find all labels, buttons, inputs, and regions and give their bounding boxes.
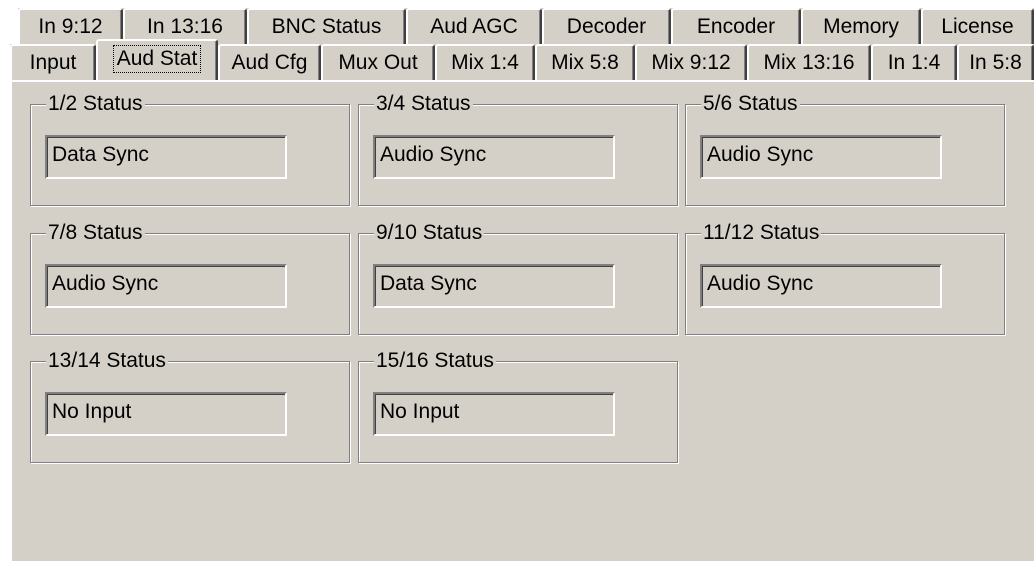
tab-mix-9-12[interactable]: Mix 9:12 [635, 44, 747, 80]
tab-in-5-8[interactable]: In 5:8 [957, 44, 1034, 80]
tab-input[interactable]: Input [10, 44, 96, 80]
tab-mix-5-8[interactable]: Mix 5:8 [535, 44, 635, 80]
tab-label: In 13:16 [147, 15, 223, 38]
group-title: 1/2 Status [46, 92, 145, 116]
status-group-1-2: 1/2 Status Data Sync [30, 92, 350, 206]
tab-label: Mix 9:12 [651, 51, 731, 74]
group-title: 7/8 Status [46, 221, 145, 245]
tab-label: Encoder [696, 15, 776, 38]
status-group-15-16: 15/16 Status No Input [358, 349, 678, 463]
tab-encoder[interactable]: Encoder [671, 8, 801, 44]
tab-label: Aud AGC [430, 15, 518, 38]
tab-mix-1-4[interactable]: Mix 1:4 [435, 44, 535, 80]
tab-bnc-status[interactable]: BNC Status [247, 8, 406, 44]
status-group-5-6: 5/6 Status Audio Sync [685, 92, 1005, 206]
status-group-7-8: 7/8 Status Audio Sync [30, 221, 350, 335]
tab-aud-cfg[interactable]: Aud Cfg [218, 44, 321, 80]
tab-label: License [941, 15, 1014, 38]
status-field-9-10: Data Sync [373, 264, 615, 308]
status-group-9-10: 9/10 Status Data Sync [358, 221, 678, 335]
tab-row-bottom: Input Aud Stat Aud Cfg Mux Out Mix 1:4 M… [10, 39, 1034, 80]
tab-label: Aud Stat [112, 44, 202, 73]
status-group-13-14: 13/14 Status No Input [30, 349, 350, 463]
group-title: 3/4 Status [374, 92, 473, 116]
status-field-5-6: Audio Sync [700, 135, 942, 179]
status-field-11-12: Audio Sync [700, 264, 942, 308]
tab-label: In 9:12 [38, 15, 103, 38]
group-title: 5/6 Status [701, 92, 800, 116]
tab-label: Mix 5:8 [551, 51, 619, 74]
status-field-15-16: No Input [373, 392, 615, 436]
status-field-3-4: Audio Sync [373, 135, 615, 179]
tab-label: Mix 13:16 [763, 51, 855, 74]
tab-memory[interactable]: Memory [801, 8, 921, 44]
status-group-3-4: 3/4 Status Audio Sync [358, 92, 678, 206]
tab-label: In 1:4 [887, 51, 941, 74]
window-root: In 9:12 In 13:16 BNC Status Aud AGC Deco… [0, 0, 1034, 561]
status-field-1-2: Data Sync [45, 135, 287, 179]
tab-license[interactable]: License [921, 8, 1034, 44]
status-group-11-12: 11/12 Status Audio Sync [685, 221, 1005, 335]
tab-label: Mix 1:4 [451, 51, 519, 74]
tab-label: In 5:8 [969, 51, 1022, 74]
status-field-7-8: Audio Sync [45, 264, 287, 308]
group-title: 9/10 Status [374, 221, 485, 245]
tab-label: BNC Status [271, 15, 382, 38]
tab-in-1-4[interactable]: In 1:4 [871, 44, 957, 80]
tab-label: Memory [823, 15, 899, 38]
tab-mux-out[interactable]: Mux Out [321, 44, 435, 80]
tab-decoder[interactable]: Decoder [542, 8, 671, 44]
tab-aud-agc[interactable]: Aud AGC [406, 8, 542, 44]
group-title: 15/16 Status [374, 349, 496, 373]
tab-mix-13-16[interactable]: Mix 13:16 [747, 44, 871, 80]
group-title: 11/12 Status [701, 221, 822, 245]
tab-label: Input [29, 51, 77, 74]
tab-label: Aud Cfg [231, 51, 308, 74]
status-field-13-14: No Input [45, 392, 287, 436]
aud-stat-panel: 1/2 Status Data Sync 3/4 Status Audio Sy… [10, 80, 1034, 561]
tab-label: Decoder [566, 15, 647, 38]
tab-aud-stat[interactable]: Aud Stat [96, 39, 218, 80]
tab-label: Mux Out [338, 51, 418, 74]
group-title: 13/14 Status [46, 349, 168, 373]
